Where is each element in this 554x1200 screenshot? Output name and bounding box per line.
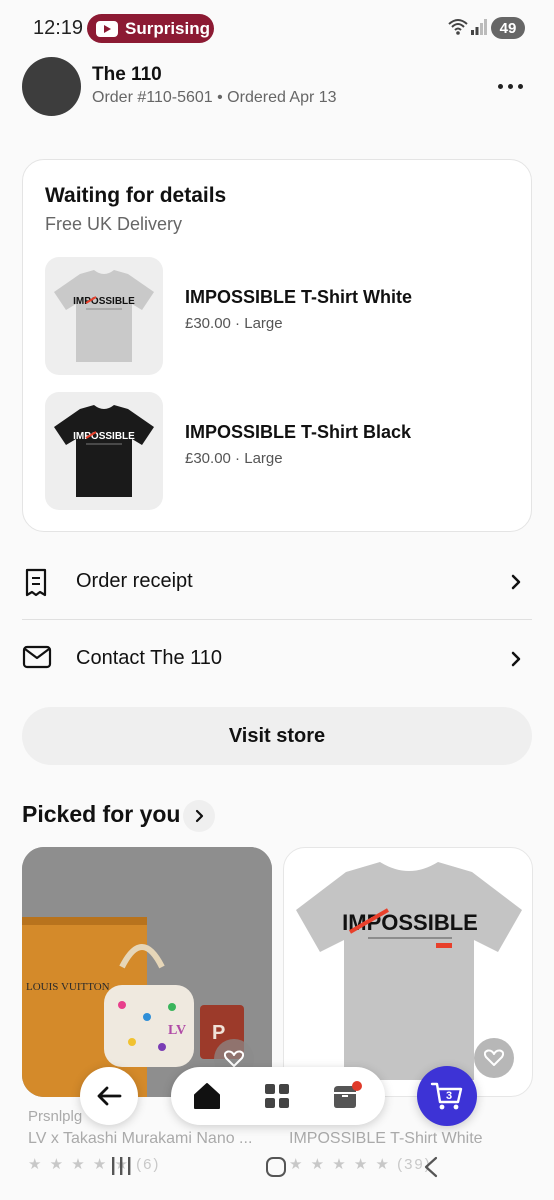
product-name: IMPOSSIBLE T-Shirt White	[289, 1130, 483, 1147]
chevron-right-icon	[511, 651, 521, 667]
product-card[interactable]: LOUIS VUITTON LV P	[22, 847, 272, 1097]
svg-text:IMPOSSIBLE: IMPOSSIBLE	[73, 296, 135, 307]
order-status-card: Waiting for details Free UK Delivery IMP…	[22, 159, 532, 532]
item-name: IMPOSSIBLE T-Shirt White	[185, 287, 413, 307]
contact-seller-label: Contact The 110	[76, 647, 223, 669]
item-price-size: £30.00 · Large	[185, 450, 283, 467]
item-price-size: £30.00 · Large	[185, 315, 283, 332]
heart-icon	[224, 1050, 244, 1067]
arrow-left-icon	[97, 1086, 122, 1106]
mail-icon	[22, 645, 52, 669]
grid-icon	[265, 1084, 289, 1108]
back-button[interactable]	[80, 1067, 138, 1125]
nav-home[interactable]	[191, 1080, 223, 1112]
svg-text:IMPOSSIBLE: IMPOSSIBLE	[73, 431, 135, 442]
chevron-right-icon	[511, 574, 521, 590]
picked-for-you-more-button[interactable]	[183, 800, 215, 832]
order-item[interactable]: IMPOSSIBLE IMPOSSIBLE T-Shirt Black £30.…	[45, 392, 515, 510]
wifi-icon	[448, 19, 468, 35]
svg-text:LOUIS VUITTON: LOUIS VUITTON	[26, 981, 110, 993]
youtube-icon	[96, 20, 118, 37]
order-meta: Order #110-5601 • Ordered Apr 13	[92, 89, 337, 106]
status-bar: 12:19 Surprising 49	[0, 0, 554, 58]
item-name: IMPOSSIBLE T-Shirt Black	[185, 422, 412, 442]
tshirt-image: IMPOSSIBLE	[54, 270, 154, 362]
nav-orders[interactable]	[331, 1080, 363, 1112]
cart-button[interactable]: 3	[417, 1066, 477, 1126]
item-size: Large	[244, 315, 283, 332]
contact-seller-row[interactable]: Contact The 110	[22, 621, 532, 697]
bottom-nav	[171, 1067, 385, 1125]
home-button-icon[interactable]	[265, 1156, 287, 1178]
heart-icon	[484, 1049, 504, 1066]
tshirt-image: IMPOSSIBLE	[54, 405, 154, 497]
product-seller: Prsnlplg	[28, 1108, 83, 1125]
product-card[interactable]: IMPOSSIBLE	[283, 847, 533, 1097]
notification-dot	[352, 1081, 362, 1091]
order-status-title: Waiting for details	[45, 184, 227, 207]
favorite-button[interactable]	[474, 1038, 514, 1078]
item-thumbnail: IMPOSSIBLE	[45, 392, 163, 510]
chevron-right-icon	[195, 809, 204, 823]
svg-text:LV: LV	[168, 1023, 186, 1038]
order-receipt-label: Order receipt	[76, 570, 193, 592]
store-name[interactable]: The 110	[92, 64, 162, 86]
signal-icon	[471, 19, 487, 35]
youtube-notification-pill[interactable]: Surprising	[87, 14, 214, 43]
item-price: £30.00	[185, 450, 231, 467]
cart-icon: 3	[430, 1082, 463, 1110]
home-icon	[194, 1083, 220, 1109]
more-horizontal-icon	[497, 83, 503, 89]
item-price: £30.00	[185, 315, 231, 332]
box-icon	[334, 1081, 362, 1108]
more-options-button[interactable]	[493, 76, 527, 96]
status-time: 12:19	[33, 17, 84, 39]
visit-store-button[interactable]: Visit store	[22, 707, 532, 765]
system-navigation-bar	[0, 1148, 554, 1188]
notification-label: Surprising	[125, 18, 211, 38]
divider	[22, 619, 532, 620]
receipt-icon	[25, 568, 47, 597]
nav-categories[interactable]	[261, 1080, 293, 1112]
cart-count: 3	[446, 1090, 452, 1102]
system-back-icon[interactable]	[423, 1156, 439, 1178]
item-thumbnail: IMPOSSIBLE	[45, 257, 163, 375]
order-item[interactable]: IMPOSSIBLE IMPOSSIBLE T-Shirt White £30.…	[45, 257, 515, 375]
product-name: LV x Takashi Murakami Nano ...	[28, 1130, 253, 1147]
store-avatar[interactable]	[22, 57, 81, 116]
order-receipt-row[interactable]: Order receipt	[22, 544, 532, 620]
recents-icon[interactable]	[110, 1156, 132, 1176]
battery-indicator: 49	[491, 17, 525, 39]
picked-for-you-title: Picked for you	[22, 801, 181, 827]
item-size: Large	[244, 450, 283, 467]
delivery-info: Free UK Delivery	[45, 214, 183, 234]
